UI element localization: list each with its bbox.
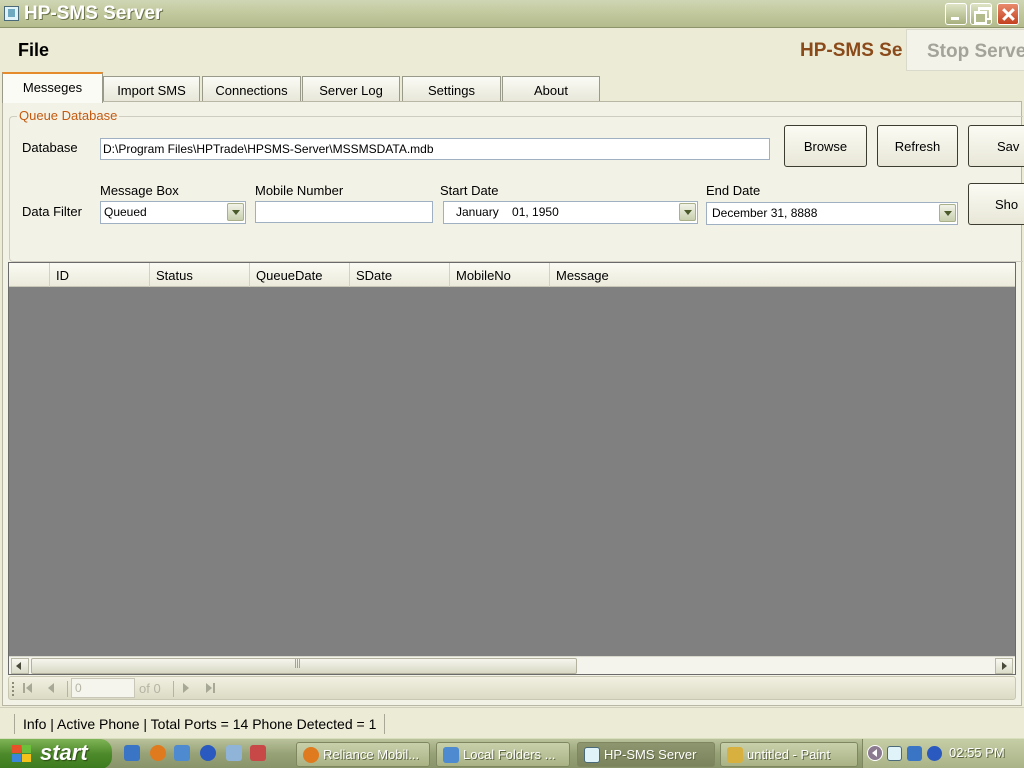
separator — [67, 681, 68, 697]
window-title: HP-SMS Server — [24, 3, 163, 24]
tab-connections[interactable]: Connections — [202, 76, 301, 103]
task-paint[interactable]: untitled - Paint — [720, 742, 858, 767]
task-label: Reliance Mobil... — [323, 747, 420, 762]
quicklaunch-mail-icon[interactable] — [174, 745, 190, 761]
title-bar[interactable]: HP-SMS Server — [0, 0, 1024, 28]
database-label: Database — [22, 140, 78, 155]
column-header-mobileno[interactable]: MobileNo — [449, 263, 549, 287]
message-box-label: Message Box — [100, 183, 179, 198]
tab-import-sms[interactable]: Import SMS — [103, 76, 200, 103]
app-icon — [584, 747, 600, 763]
data-filter-label: Data Filter — [22, 204, 82, 219]
nav-next-icon[interactable] — [179, 681, 193, 695]
messages-grid[interactable]: ID Status QueueDate SDate MobileNo Messa… — [8, 262, 1016, 675]
clock[interactable]: 02:55 PM — [949, 745, 1005, 760]
start-date-picker[interactable]: January 01, 1950 — [443, 201, 698, 224]
quicklaunch-firefox-icon[interactable] — [150, 745, 166, 761]
horizontal-scrollbar[interactable] — [9, 656, 1015, 674]
column-header-sdate[interactable]: SDate — [349, 263, 449, 287]
mobile-number-label: Mobile Number — [255, 183, 344, 198]
network-icon[interactable] — [907, 746, 922, 761]
stop-server-button[interactable]: Stop Serve — [906, 29, 1024, 71]
chevron-down-icon[interactable] — [227, 203, 244, 221]
taskbar: start Reliance Mobil... Local Folders ..… — [0, 738, 1024, 768]
tab-strip: Messeges Import SMS Connections Server L… — [0, 72, 1024, 103]
start-button[interactable]: start — [0, 739, 112, 768]
show-button[interactable]: Sho — [968, 183, 1024, 225]
save-button[interactable]: Sav — [968, 125, 1024, 167]
mobile-number-input[interactable] — [255, 201, 433, 223]
column-header-message[interactable]: Message — [549, 263, 1015, 287]
status-text: Info | Active Phone | Total Ports = 14 P… — [14, 714, 386, 734]
system-tray: 02:55 PM — [862, 739, 1024, 768]
record-count: of 0 — [139, 681, 161, 696]
record-navigator: 0 of 0 — [8, 676, 1016, 700]
start-date-label: Start Date — [440, 183, 499, 198]
task-label: untitled - Paint — [747, 747, 831, 762]
tab-messeges[interactable]: Messeges — [2, 72, 103, 103]
message-box-value: Queued — [104, 205, 147, 219]
start-label: start — [40, 740, 88, 765]
brand-label: HP-SMS Se — [800, 40, 903, 61]
task-reliance[interactable]: Reliance Mobil... — [296, 742, 430, 767]
column-header-id[interactable]: ID — [49, 263, 149, 287]
quicklaunch-ie-icon[interactable] — [124, 745, 140, 761]
browse-button[interactable]: Browse — [784, 125, 867, 167]
scroll-left-icon[interactable] — [11, 658, 29, 674]
menu-bar: File HP-SMS Se — [0, 28, 1024, 72]
minimize-icon[interactable] — [945, 3, 967, 25]
message-box-select[interactable]: Queued — [100, 201, 246, 224]
tab-about[interactable]: About — [502, 76, 600, 103]
group-title: Queue Database — [17, 108, 120, 123]
end-date-value: December 31, 8888 — [712, 206, 818, 220]
separator — [173, 681, 174, 697]
status-bar: Info | Active Phone | Total Ports = 14 P… — [0, 707, 1024, 738]
quicklaunch-media-icon[interactable] — [250, 745, 266, 761]
position-input[interactable]: 0 — [71, 678, 135, 698]
chevron-down-icon[interactable] — [679, 203, 696, 221]
scrollbar-thumb[interactable] — [31, 658, 577, 674]
end-date-picker[interactable]: December 31, 8888 — [706, 202, 958, 225]
close-icon[interactable] — [997, 3, 1019, 25]
start-date-value: January 01, 1950 — [456, 205, 559, 219]
database-path-input[interactable]: D:\Program Files\HPTrade\HPSMS-Server\MS… — [100, 138, 770, 160]
app-icon[interactable] — [4, 6, 19, 21]
toolbar-grip[interactable] — [12, 682, 14, 696]
scroll-right-icon[interactable] — [995, 658, 1013, 674]
mail-icon — [443, 747, 459, 763]
nav-first-icon[interactable] — [21, 681, 35, 695]
nav-prev-icon[interactable] — [45, 681, 59, 695]
firefox-icon — [303, 747, 319, 763]
row-header-corner — [9, 263, 49, 287]
column-header-status[interactable]: Status — [149, 263, 249, 287]
end-date-label: End Date — [706, 183, 761, 198]
paint-icon — [727, 747, 743, 763]
task-label: HP-SMS Server — [604, 747, 697, 762]
nav-last-icon[interactable] — [203, 681, 217, 695]
tab-settings[interactable]: Settings — [402, 76, 501, 103]
task-label: Local Folders ... — [463, 747, 556, 762]
chevron-down-icon[interactable] — [939, 204, 956, 222]
tray-app-icon[interactable] — [887, 746, 902, 761]
quicklaunch-desktop-icon[interactable] — [226, 745, 242, 761]
task-hp-sms-server[interactable]: HP-SMS Server — [577, 742, 715, 767]
quicklaunch-bluetooth-icon[interactable] — [200, 745, 216, 761]
task-local-folders[interactable]: Local Folders ... — [436, 742, 570, 767]
tab-server-log[interactable]: Server Log — [302, 76, 400, 103]
maximize-icon[interactable] — [970, 3, 992, 25]
refresh-button[interactable]: Refresh — [877, 125, 958, 167]
column-header-queuedate[interactable]: QueueDate — [249, 263, 349, 287]
grid-header: ID Status QueueDate SDate MobileNo Messa… — [9, 263, 1015, 287]
chevron-left-icon[interactable] — [867, 745, 883, 761]
windows-logo-icon — [12, 745, 32, 763]
menu-file[interactable]: File — [18, 40, 49, 61]
tray-a-icon[interactable] — [927, 746, 942, 761]
